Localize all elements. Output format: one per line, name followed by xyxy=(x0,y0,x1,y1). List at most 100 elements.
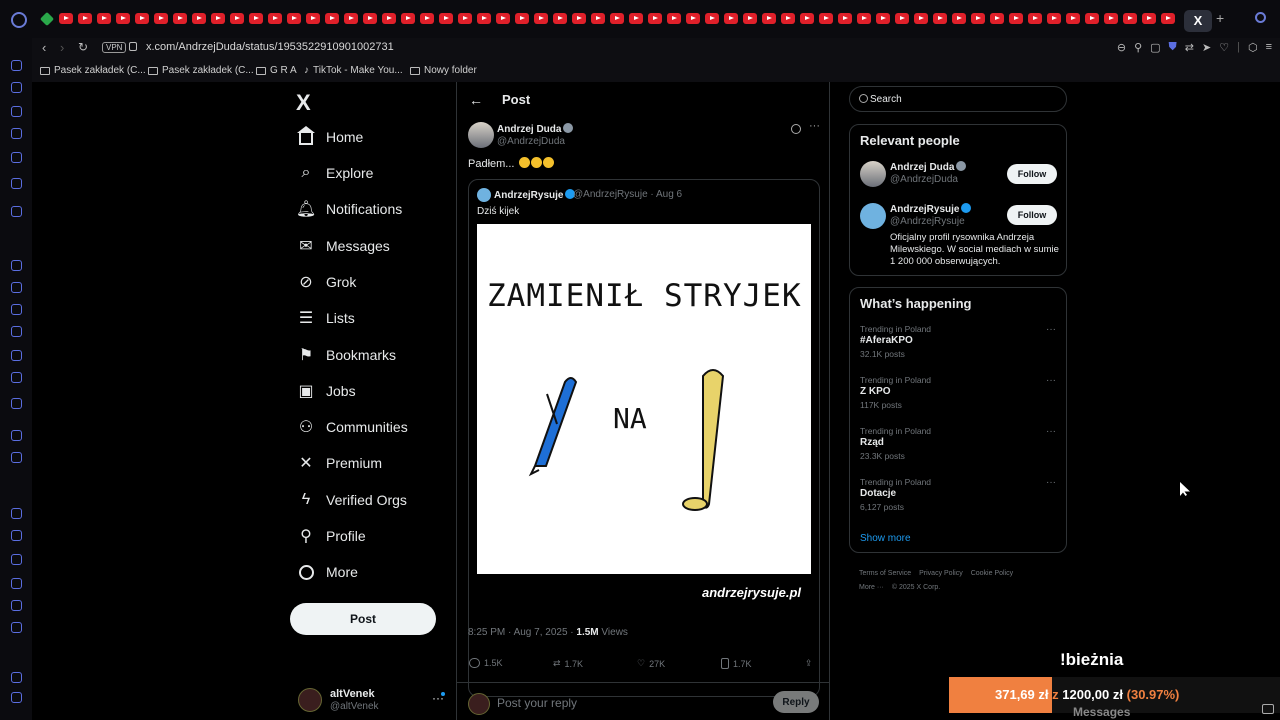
cookie-link[interactable]: Cookie Policy xyxy=(971,570,1013,577)
youtube-tab-icon[interactable] xyxy=(610,13,624,24)
person-item[interactable]: Andrzej Duda @AndrzejDuda Follow xyxy=(860,161,1060,191)
youtube-tab-icon[interactable] xyxy=(401,13,415,24)
youtube-tab-icon[interactable] xyxy=(458,13,472,24)
follow-button[interactable]: Follow xyxy=(1007,205,1057,225)
messages-icon[interactable] xyxy=(1262,704,1274,714)
person-item[interactable]: AndrzejRysuje @AndrzejRysuje Oficjalny p… xyxy=(860,203,1060,269)
nav-item-more[interactable]: More xyxy=(296,557,358,587)
youtube-tab-icon[interactable] xyxy=(439,13,453,24)
nav-item-jobs[interactable]: ▣ Jobs xyxy=(296,376,355,406)
youtube-tab-icon[interactable] xyxy=(762,13,776,24)
youtube-tab-icon[interactable] xyxy=(800,13,814,24)
youtube-tab-icon[interactable] xyxy=(857,13,871,24)
youtube-tab-icon[interactable] xyxy=(173,13,187,24)
youtube-tab-icon[interactable] xyxy=(1161,13,1175,24)
youtube-tab-icon[interactable] xyxy=(591,13,605,24)
youtube-tab-icon[interactable] xyxy=(287,13,301,24)
bookmark-item[interactable]: G R A xyxy=(256,65,297,76)
reply-action[interactable]: 1.5K xyxy=(469,658,503,668)
youtube-tab-icon[interactable] xyxy=(553,13,567,24)
sidebar-app-icon[interactable] xyxy=(11,152,22,163)
show-more-link[interactable]: Show more xyxy=(860,533,911,544)
youtube-tab-icon[interactable] xyxy=(914,13,928,24)
youtube-tab-icon[interactable] xyxy=(667,13,681,24)
sidebar-app-icon[interactable] xyxy=(11,282,22,293)
sidebar-app-icon[interactable] xyxy=(11,508,22,519)
sidebar-app-icon[interactable] xyxy=(11,178,22,189)
nav-item-profile[interactable]: ⚲ Profile xyxy=(296,521,366,551)
share-action[interactable]: ⇪ xyxy=(805,658,813,669)
reload-icon[interactable]: ↻ xyxy=(78,40,88,54)
trend-item[interactable]: Trending in Poland Z KPO 117K posts ··· xyxy=(860,375,1060,419)
menu-icon[interactable]: ≡ xyxy=(1266,41,1272,54)
url-field[interactable]: x.com/AndrzejDuda/status/195352291090100… xyxy=(146,41,394,53)
nav-item-communities[interactable]: ⚇ Communities xyxy=(296,412,408,442)
youtube-tab-icon[interactable] xyxy=(648,13,662,24)
youtube-tab-icon[interactable] xyxy=(135,13,149,24)
bookmark-item[interactable]: Pasek zakładek (C... xyxy=(40,65,146,76)
terms-link[interactable]: Terms of Service xyxy=(859,570,911,577)
trend-item[interactable]: Trending in Poland #AferaKPO 32.1K posts ··… xyxy=(860,324,1060,368)
youtube-tab-icon[interactable] xyxy=(1009,13,1023,24)
messages-drawer-label[interactable]: Messages xyxy=(1073,705,1130,719)
pin-icon[interactable]: ⚲ xyxy=(1134,41,1142,54)
reply-button[interactable]: Reply xyxy=(773,691,819,713)
youtube-tab-icon[interactable] xyxy=(1085,13,1099,24)
youtube-tab-icon[interactable] xyxy=(1142,13,1156,24)
youtube-tab-icon[interactable] xyxy=(382,13,396,24)
nav-item-premium[interactable]: ✕ Premium xyxy=(296,448,382,478)
author-handle[interactable]: @AndrzejDuda xyxy=(497,136,565,147)
more-link[interactable]: More ··· xyxy=(859,584,884,591)
sidebar-app-icon[interactable] xyxy=(11,372,22,383)
author-name[interactable]: Andrzej Duda xyxy=(497,123,574,135)
shield-icon[interactable]: ⛊ xyxy=(1169,41,1177,54)
comic-image[interactable]: ZAMIENIŁ STRYJEK NA xyxy=(477,224,811,574)
x-logo-icon[interactable]: X xyxy=(296,90,311,116)
sidebar-app-icon[interactable] xyxy=(11,692,22,703)
youtube-tab-icon[interactable] xyxy=(572,13,586,24)
youtube-tab-icon[interactable] xyxy=(1104,13,1118,24)
youtube-tab-icon[interactable] xyxy=(515,13,529,24)
reply-input[interactable] xyxy=(497,692,757,714)
grok-icon[interactable] xyxy=(791,124,801,134)
youtube-tab-icon[interactable] xyxy=(534,13,548,24)
back-arrow-icon[interactable]: ‹ xyxy=(42,40,46,55)
heart-icon[interactable]: ♡ xyxy=(1219,41,1229,54)
youtube-tab-icon[interactable] xyxy=(325,13,339,24)
author-avatar[interactable] xyxy=(468,122,494,148)
sidebar-app-icon[interactable] xyxy=(11,304,22,315)
zoom-icon[interactable]: ⊖ xyxy=(1117,41,1126,54)
youtube-tab-icon[interactable] xyxy=(249,13,263,24)
like-action[interactable]: ♡ 27K xyxy=(637,658,665,669)
youtube-tab-icon[interactable] xyxy=(268,13,282,24)
bookmark-item[interactable]: Pasek zakładek (C... xyxy=(148,65,254,76)
sidebar-app-icon[interactable] xyxy=(11,430,22,441)
youtube-tab-icon[interactable] xyxy=(971,13,985,24)
youtube-tab-icon[interactable] xyxy=(230,13,244,24)
send-icon[interactable]: ➤ xyxy=(1202,41,1211,54)
lock-icon[interactable] xyxy=(129,42,137,51)
sidebar-app-icon[interactable] xyxy=(11,398,22,409)
nav-item-home[interactable]: Home xyxy=(296,122,363,152)
back-arrow-icon[interactable]: ← xyxy=(469,92,483,108)
youtube-tab-icon[interactable] xyxy=(705,13,719,24)
nav-item-lists[interactable]: ☰ Lists xyxy=(296,303,355,333)
tab-search-icon[interactable] xyxy=(1255,12,1266,23)
youtube-tab-icon[interactable] xyxy=(819,13,833,24)
vpn-badge[interactable]: VPN xyxy=(102,42,127,53)
nav-item-verified-orgs[interactable]: ϟ Verified Orgs xyxy=(296,485,407,515)
youtube-tab-icon[interactable] xyxy=(496,13,510,24)
tab-favicon-icon[interactable] xyxy=(39,11,55,27)
youtube-tab-icon[interactable] xyxy=(895,13,909,24)
sidebar-app-icon[interactable] xyxy=(11,530,22,541)
translate-icon[interactable]: ⇄ xyxy=(1185,41,1194,54)
youtube-tab-icon[interactable] xyxy=(743,13,757,24)
youtube-tab-icon[interactable] xyxy=(1123,13,1137,24)
youtube-tab-icon[interactable] xyxy=(1047,13,1061,24)
youtube-tab-icon[interactable] xyxy=(1066,13,1080,24)
account-switcher[interactable]: altVenek @altVenek ··· xyxy=(298,686,448,716)
bookmark-action[interactable]: 1.7K xyxy=(721,658,752,669)
forward-arrow-icon[interactable]: › xyxy=(60,40,64,55)
new-tab-button[interactable]: + xyxy=(1216,10,1224,26)
privacy-link[interactable]: Privacy Policy xyxy=(919,570,963,577)
